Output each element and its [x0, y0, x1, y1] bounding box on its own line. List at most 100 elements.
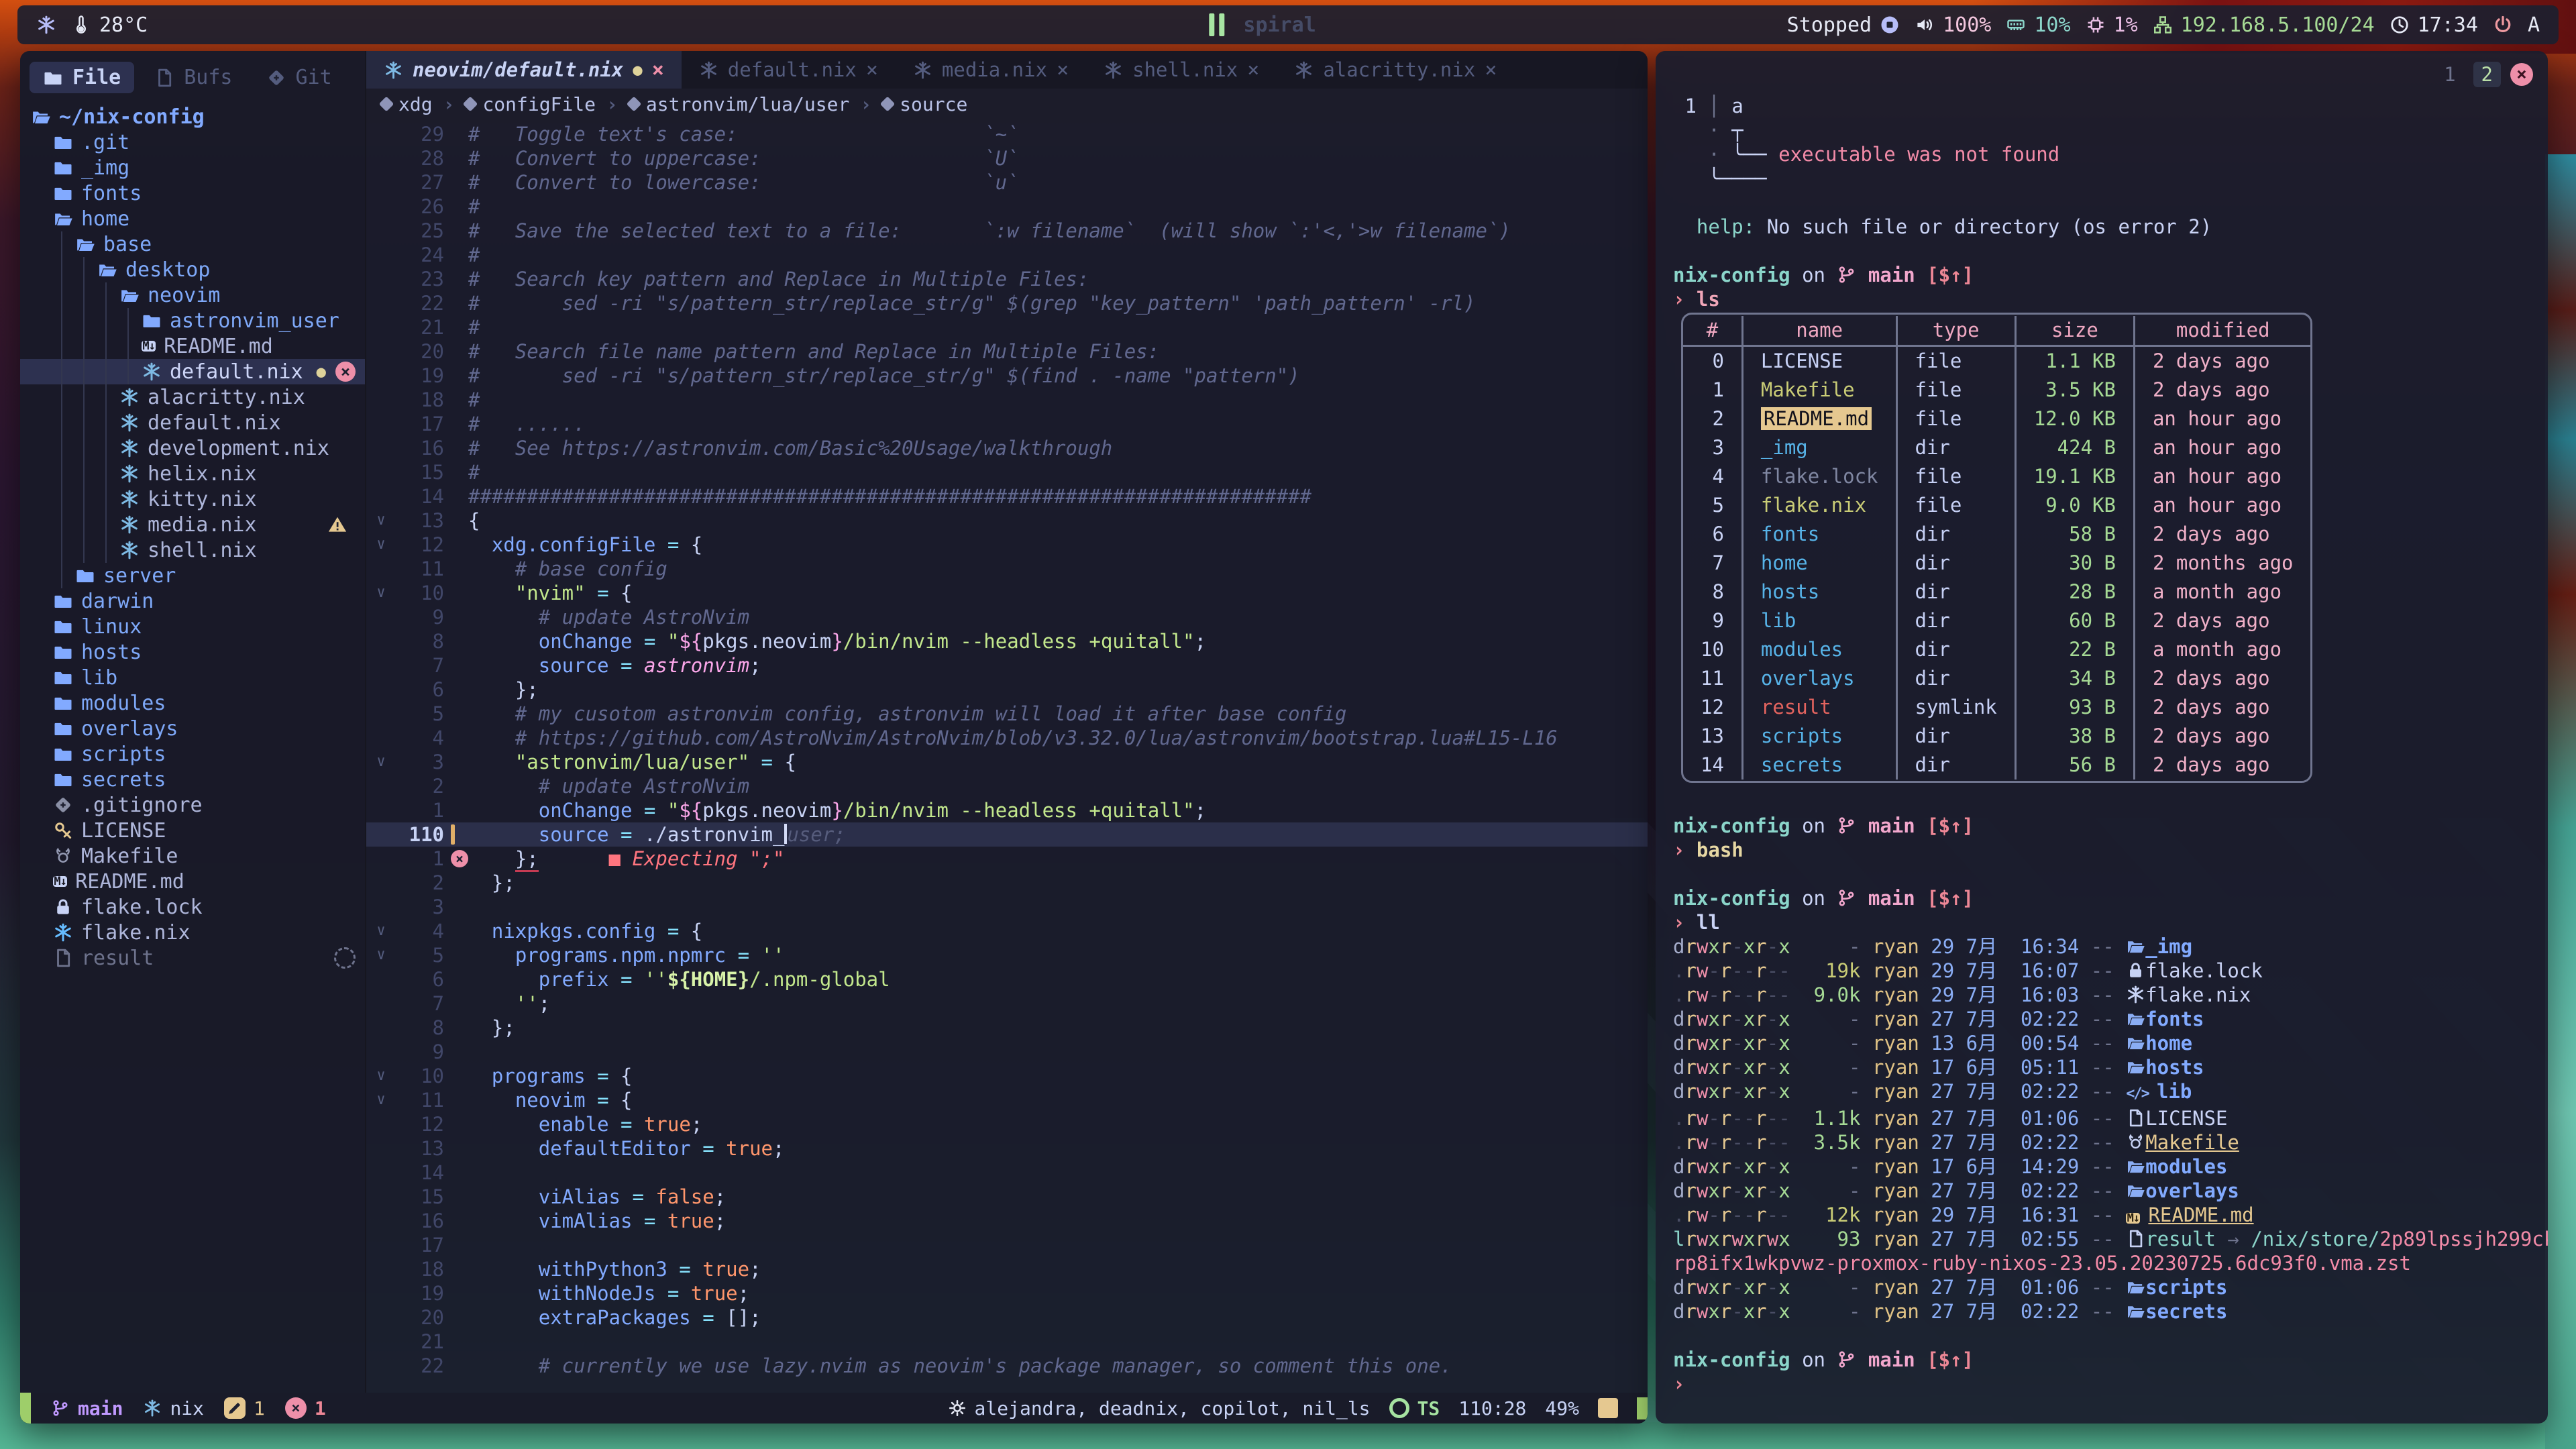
code-line[interactable]: 27# Convert to lowercase: `u` — [366, 170, 1648, 195]
tree-item-fonts[interactable]: fonts — [20, 180, 365, 206]
code-line[interactable]: ∨4 nixpkgs.config = { — [366, 919, 1648, 943]
diagnostics-errors[interactable]: × 1 — [285, 1397, 326, 1419]
code-line[interactable]: 26# — [366, 195, 1648, 219]
code-line[interactable]: 13 defaultEditor = true; — [366, 1136, 1648, 1161]
code-line[interactable]: 7 source = astronvim; — [366, 653, 1648, 678]
buffer-tab-alacritty.nix[interactable]: alacritty.nix× — [1277, 51, 1514, 89]
tree-item-home[interactable]: home — [20, 206, 365, 231]
breadcrumb-item[interactable]: configFile — [465, 93, 596, 115]
keyboard-layout[interactable]: A — [2528, 13, 2540, 37]
buffer-tab-default.nix[interactable]: default.nix× — [682, 51, 896, 89]
terminal-tab-2[interactable]: 2 — [2473, 62, 2501, 87]
network-module[interactable]: 192.168.5.100/24 — [2153, 13, 2375, 37]
breadcrumb-item[interactable]: source — [882, 93, 967, 115]
tree-item-desktop[interactable]: desktop — [20, 257, 365, 282]
code-line[interactable]: 23# Search key pattern and Replace in Mu… — [366, 267, 1648, 291]
code-line[interactable]: 1× }; ■ Expecting ";" — [366, 847, 1648, 871]
code-line[interactable]: 22 # currently we use lazy.nvim as neovi… — [366, 1354, 1648, 1378]
code-line[interactable]: 12 enable = true; — [366, 1112, 1648, 1136]
fold-column[interactable]: ∨ — [366, 581, 396, 605]
cpu-module[interactable]: 1% — [2086, 13, 2138, 37]
code-line[interactable]: 16# See https://astronvim.com/Basic%20Us… — [366, 436, 1648, 460]
tree-item-.git[interactable]: .git — [20, 129, 365, 155]
tree-item-modules[interactable]: modules — [20, 690, 365, 716]
tree-item-helix.nix[interactable]: helix.nix — [20, 461, 365, 486]
code-line[interactable]: 8 }; — [366, 1016, 1648, 1040]
code-line[interactable]: ∨11 neovim = { — [366, 1088, 1648, 1112]
code-line[interactable]: ∨13{ — [366, 508, 1648, 533]
fold-column[interactable]: ∨ — [366, 919, 396, 943]
code-line[interactable]: ∨3 "astronvim/lua/user" = { — [366, 750, 1648, 774]
close-file-button[interactable]: × — [335, 362, 356, 382]
code-line[interactable]: 17 — [366, 1233, 1648, 1257]
code-line[interactable]: 6 }; — [366, 678, 1648, 702]
code-line[interactable]: 19# sed -ri "s/pattern_str/replace_str/g… — [366, 364, 1648, 388]
temperature-module[interactable]: 28°C — [71, 13, 148, 37]
code-line[interactable]: 5 # my cusotom astronvim config, astronv… — [366, 702, 1648, 726]
power-icon[interactable] — [2493, 15, 2513, 35]
pause-icon[interactable] — [1209, 13, 1224, 36]
tree-item-lib[interactable]: lib — [20, 665, 365, 690]
code-line[interactable]: 8 onChange = "${pkgs.neovim}/bin/nvim --… — [366, 629, 1648, 653]
code-line[interactable]: 14 — [366, 1161, 1648, 1185]
tree-item-default.nix[interactable]: default.nix — [20, 410, 365, 435]
code-line[interactable]: 14######################################… — [366, 484, 1648, 508]
fold-column[interactable]: ∨ — [366, 508, 396, 533]
code-line[interactable]: 25# Save the selected text to a file: `:… — [366, 219, 1648, 243]
code-line[interactable]: 9 # update AstroNvim — [366, 605, 1648, 629]
explorer-tab-bufs[interactable]: Bufs — [141, 62, 246, 93]
tree-item-media.nix[interactable]: media.nix — [20, 512, 365, 537]
tree-item-astronvim_user[interactable]: astronvim_user — [20, 308, 365, 333]
tree-item-linux[interactable]: linux — [20, 614, 365, 639]
code-line[interactable]: ∨10 "nvim" = { — [366, 581, 1648, 605]
tree-item-darwin[interactable]: darwin — [20, 588, 365, 614]
tree-item-kitty.nix[interactable]: kitty.nix — [20, 486, 365, 512]
tree-item-shell.nix[interactable]: shell.nix — [20, 537, 365, 563]
media-module[interactable]: Stopped — [1787, 13, 1900, 37]
code-line[interactable]: 21# — [366, 315, 1648, 339]
code-line[interactable]: 28# Convert to uppercase: `U` — [366, 146, 1648, 170]
buffer-close-button[interactable]: × — [652, 58, 664, 82]
code-line[interactable]: 22# sed -ri "s/pattern_str/replace_str/g… — [366, 291, 1648, 315]
modified-indicator[interactable]: 1 — [224, 1397, 265, 1419]
code-line[interactable]: 19 withNodeJs = true; — [366, 1281, 1648, 1305]
buffer-close-button[interactable]: × — [866, 58, 878, 82]
code-line[interactable]: 17# ...... — [366, 412, 1648, 436]
tree-item-server[interactable]: server — [20, 563, 365, 588]
terminal-tab-1[interactable]: 1 — [2436, 62, 2463, 87]
code-line[interactable]: 3 — [366, 895, 1648, 919]
tree-item-README.md[interactable]: M↓README.md — [20, 869, 365, 894]
code-line[interactable]: 15# — [366, 460, 1648, 484]
code-line[interactable]: 18 withPython3 = true; — [366, 1257, 1648, 1281]
buffer-tab-shell.nix[interactable]: shell.nix× — [1086, 51, 1277, 89]
code-line[interactable]: 110 source = ./astronvim_user; — [366, 822, 1648, 847]
tree-item-flake.lock[interactable]: flake.lock — [20, 894, 365, 920]
code-line[interactable]: 21 — [366, 1330, 1648, 1354]
tree-item-secrets[interactable]: secrets — [20, 767, 365, 792]
code-line[interactable]: 18# — [366, 388, 1648, 412]
tree-item-scripts[interactable]: scripts — [20, 741, 365, 767]
tree-item-hosts[interactable]: hosts — [20, 639, 365, 665]
buffer-close-button[interactable]: × — [1485, 58, 1497, 82]
fold-column[interactable]: ∨ — [366, 750, 396, 774]
tree-item-development.nix[interactable]: development.nix — [20, 435, 365, 461]
code-line[interactable]: 6 prefix = ''${HOME}/.npm-global — [366, 967, 1648, 991]
tree-item-Makefile[interactable]: Makefile — [20, 843, 365, 869]
code-line[interactable]: 2 }; — [366, 871, 1648, 895]
code-line[interactable]: 16 vimAlias = true; — [366, 1209, 1648, 1233]
explorer-tab-git[interactable]: Git — [253, 62, 345, 93]
code-line[interactable]: 7 ''; — [366, 991, 1648, 1016]
buffer-tab-media.nix[interactable]: media.nix× — [896, 51, 1086, 89]
tree-item-README.md[interactable]: M↓README.md — [20, 333, 365, 359]
git-branch[interactable]: main — [51, 1397, 123, 1419]
buffer-close-button[interactable]: × — [1057, 58, 1069, 82]
terminal-output[interactable]: 1 │ a · ┬ · ╰── executable was not found… — [1656, 51, 2548, 1424]
tree-item-.gitignore[interactable]: .gitignore — [20, 792, 365, 818]
buffer-close-button[interactable]: × — [1247, 58, 1259, 82]
breadcrumb-item[interactable]: astronvim/lua/user — [629, 93, 849, 115]
breadcrumb-item[interactable]: xdg — [381, 93, 433, 115]
clock-module[interactable]: 17:34 — [2390, 13, 2478, 37]
code-line[interactable]: ∨10 programs = { — [366, 1064, 1648, 1088]
fold-column[interactable]: ∨ — [366, 1064, 396, 1088]
memory-module[interactable]: 10% — [2006, 13, 2070, 37]
